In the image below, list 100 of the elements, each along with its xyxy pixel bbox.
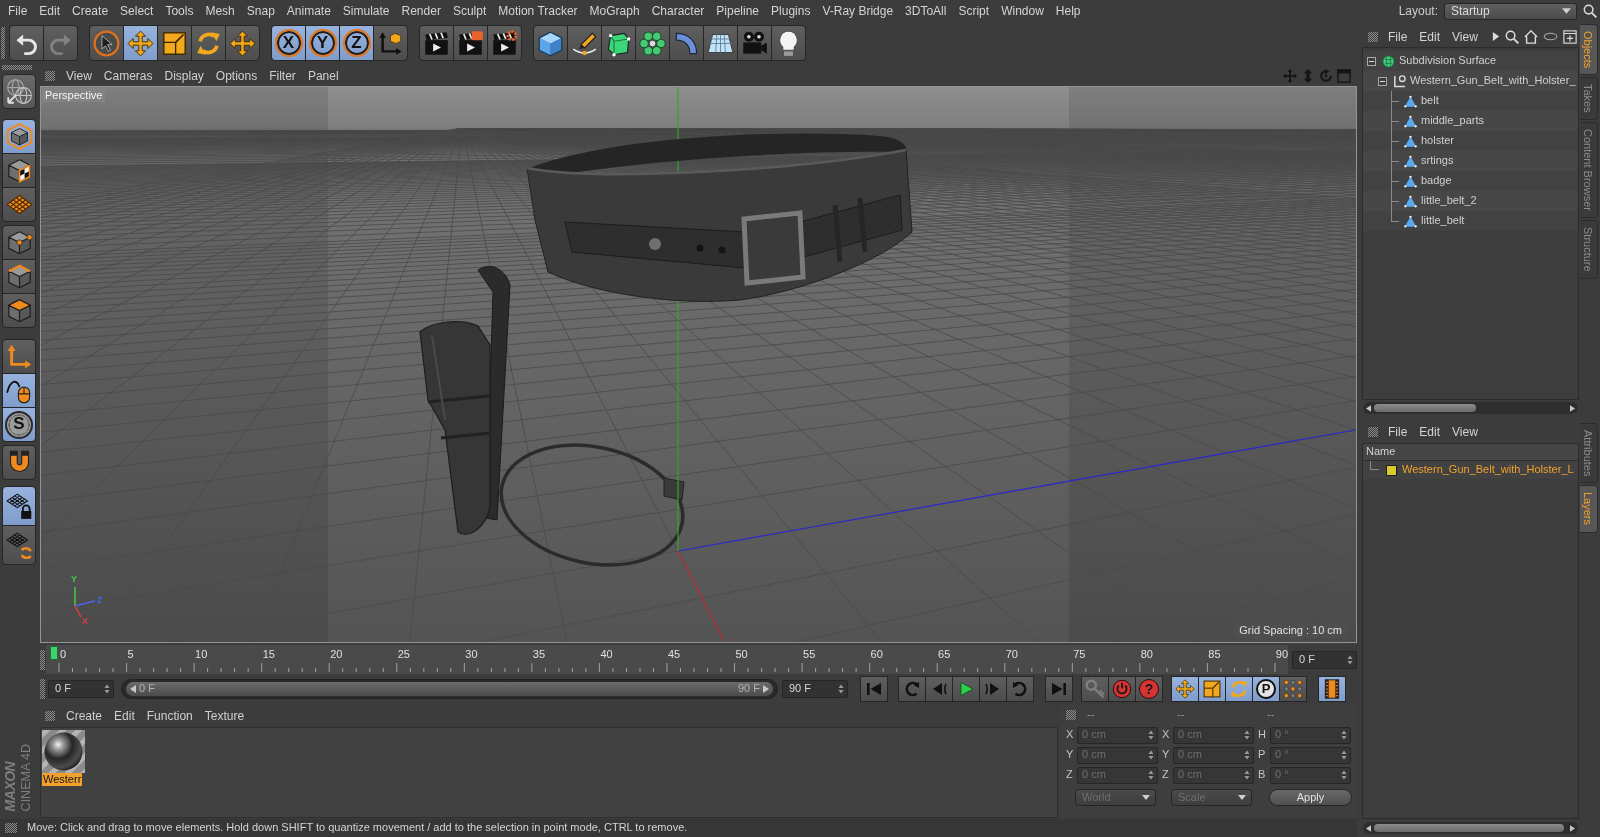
menu-item[interactable]: Edit	[1413, 26, 1447, 47]
light-button[interactable]	[771, 25, 806, 61]
object-row[interactable]: srtings	[1363, 151, 1578, 171]
menu-item[interactable]: Select	[114, 1, 160, 21]
menu-item[interactable]: Motion Tracker	[492, 1, 584, 21]
workplane-mode-button[interactable]	[2, 187, 36, 222]
menu-item[interactable]: Edit	[33, 1, 67, 21]
z-axis-button[interactable]: Z	[339, 25, 374, 61]
menu-item[interactable]: Window	[995, 1, 1050, 21]
menu-item[interactable]: Edit	[108, 708, 141, 724]
menu-item[interactable]: Help	[1049, 1, 1087, 21]
grip-icon[interactable]	[40, 679, 45, 699]
current-frame-field[interactable]: 0 F	[1292, 650, 1357, 669]
material-label[interactable]: Westerr	[42, 773, 83, 786]
pen-button[interactable]	[567, 25, 602, 61]
menu-item[interactable]: Texture	[198, 708, 251, 724]
3d-viewport[interactable]: Perspective Grid Spacing : 10 cm Y Z X	[40, 86, 1357, 643]
render-picture-button[interactable]	[453, 25, 488, 61]
menu-item[interactable]: Cameras	[97, 68, 159, 84]
autokey-button[interactable]: ?	[1135, 676, 1163, 702]
axis-mode-button[interactable]	[2, 339, 36, 374]
coordinate-system-button[interactable]	[373, 25, 408, 61]
model-mode-button[interactable]	[2, 119, 36, 154]
locked-workplane-button[interactable]	[2, 486, 36, 526]
object-row[interactable]: middle_parts	[1363, 111, 1578, 131]
grip-icon[interactable]	[5, 823, 17, 833]
menu-item[interactable]: Filter	[263, 68, 302, 84]
column-header[interactable]: Name	[1363, 444, 1578, 461]
select-tool-button[interactable]	[89, 25, 124, 61]
go-to-start-button[interactable]	[860, 676, 888, 702]
scale-key-button[interactable]	[1198, 676, 1226, 702]
floor-button[interactable]	[703, 25, 738, 61]
parameter-key-button[interactable]: P	[1252, 676, 1280, 702]
subdivision-button[interactable]	[601, 25, 636, 61]
next-key-button[interactable]	[1006, 676, 1034, 702]
previous-key-button[interactable]	[898, 676, 926, 702]
edges-mode-button[interactable]	[2, 259, 36, 294]
menu-item[interactable]: Snap	[240, 1, 281, 21]
menu-item[interactable]: 3DToAll	[899, 1, 953, 21]
grip-icon[interactable]	[1368, 31, 1378, 42]
object-row[interactable]: Western_Gun_Belt_with_Holster_	[1363, 71, 1578, 91]
menu-item[interactable]: Animate	[280, 1, 337, 21]
menu-item[interactable]: Display	[158, 68, 210, 84]
snap-button[interactable]: S	[2, 407, 36, 442]
menu-item[interactable]: Panel	[301, 68, 345, 84]
tweak-mode-button[interactable]	[2, 373, 36, 408]
menu-item[interactable]: Edit	[1413, 422, 1447, 442]
grip-icon[interactable]	[1, 27, 5, 59]
scale-tool-button[interactable]	[157, 25, 192, 61]
menu-item[interactable]: View	[1446, 26, 1484, 47]
camera-label[interactable]: Perspective	[42, 88, 106, 102]
menu-item[interactable]: Create	[60, 708, 109, 724]
undo-button[interactable]	[9, 25, 44, 61]
bend-button[interactable]	[669, 25, 704, 61]
grip-icon[interactable]	[2, 65, 32, 70]
menu-item[interactable]: Simulate	[336, 1, 396, 21]
grip-icon[interactable]	[1368, 427, 1378, 437]
object-row[interactable]: little_belt	[1363, 211, 1578, 231]
cloner-button[interactable]	[635, 25, 670, 61]
menu-item[interactable]: View	[60, 68, 98, 84]
object-row[interactable]: Subdivision Surface	[1363, 51, 1578, 71]
side-tab[interactable]: Layers	[1580, 485, 1598, 533]
menu-item[interactable]: Render	[395, 1, 447, 21]
side-tab[interactable]: Objects	[1580, 24, 1598, 76]
scrollbar-thumb[interactable]	[1374, 404, 1476, 412]
menu-item[interactable]: Tools	[159, 1, 200, 21]
playhead[interactable]	[50, 646, 58, 660]
layout-dropdown[interactable]: Startup	[1444, 2, 1577, 20]
grip-icon[interactable]	[1066, 710, 1076, 720]
grip-icon[interactable]	[45, 71, 55, 81]
points-mode-button[interactable]	[2, 225, 36, 260]
object-row[interactable]: holster	[1363, 131, 1578, 151]
object-row[interactable]: belt	[1363, 91, 1578, 111]
menu-item[interactable]: View	[1446, 422, 1484, 442]
menu-item[interactable]: Plugins	[765, 1, 817, 21]
render-view-button[interactable]	[419, 25, 454, 61]
magnet-button[interactable]	[2, 445, 36, 480]
scrollbar-track[interactable]	[1363, 402, 1578, 414]
menu-item[interactable]: V-Ray Bridge	[816, 1, 900, 21]
y-axis-button[interactable]: Y	[305, 25, 340, 61]
point-level-button[interactable]	[1279, 676, 1307, 702]
move-tool-button[interactable]	[225, 25, 260, 61]
grip-icon[interactable]	[45, 711, 55, 721]
planar-workplane-button[interactable]	[2, 525, 36, 565]
menu-item[interactable]: Script	[952, 1, 996, 21]
texture-mode-button[interactable]	[2, 153, 36, 188]
rotation-key-button[interactable]	[1225, 676, 1253, 702]
move-tool-button[interactable]	[123, 25, 158, 61]
min-frame-field[interactable]: 0 F	[48, 680, 114, 698]
polygons-mode-button[interactable]	[2, 293, 36, 328]
menu-item[interactable]: File	[1382, 422, 1414, 442]
scrollbar-track[interactable]	[1363, 822, 1578, 834]
menu-item[interactable]: Options	[209, 68, 264, 84]
max-frame-field[interactable]: 90 F	[782, 680, 848, 698]
render-settings-button[interactable]	[487, 25, 522, 61]
grip-icon[interactable]	[40, 649, 45, 670]
play-button[interactable]	[952, 676, 980, 702]
menu-item[interactable]: File	[2, 1, 34, 21]
menu-item[interactable]: Create	[66, 1, 115, 21]
timeline-ruler[interactable]: 0 5 10 15 20 25 30 35 40 45 50 55 60 65 70 75 80 85 90	[46, 645, 1288, 674]
